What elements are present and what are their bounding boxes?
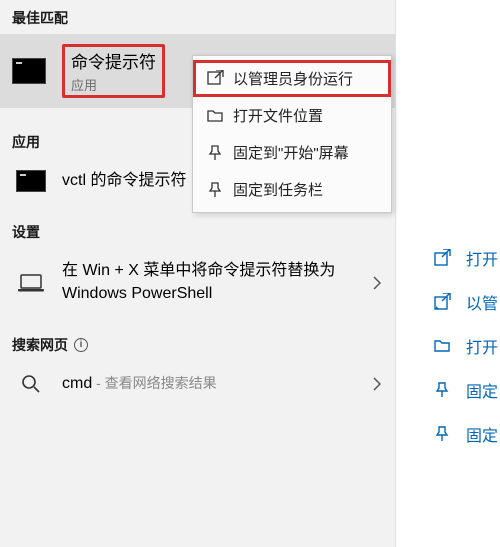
detail-action-label: 打开 [466, 246, 498, 270]
section-header-settings: 设置 [0, 214, 395, 248]
cmd-icon [12, 58, 46, 84]
detail-action-run-as-admin[interactable]: 以管 [432, 280, 498, 324]
web-hint: - 查看网络搜索结果 [92, 375, 216, 391]
laptop-icon [14, 273, 48, 293]
section-header-web-label: 搜索网页 [12, 335, 68, 355]
detail-action-open[interactable]: 打开 [432, 236, 498, 280]
pin-icon [203, 144, 227, 162]
chevron-right-icon[interactable] [373, 377, 381, 391]
ctx-run-as-admin[interactable]: 以管理员身份运行 [193, 60, 391, 97]
pin-taskbar-icon [203, 181, 227, 199]
folder-open-icon [203, 107, 227, 125]
best-match-subtitle: 应用 [67, 75, 160, 94]
search-icon [14, 374, 48, 394]
ctx-pin-to-taskbar[interactable]: 固定到任务栏 [193, 171, 391, 208]
detail-action-pin-start[interactable]: 固定 [432, 368, 498, 412]
best-match-title: 命令提示符 [67, 48, 160, 73]
ctx-label: 以管理员身份运行 [233, 68, 353, 89]
ctx-label: 固定到任务栏 [233, 179, 323, 200]
web-result-label: cmd - 查看网络搜索结果 [62, 373, 383, 395]
admin-shield-icon [432, 293, 452, 311]
chevron-right-icon[interactable] [373, 276, 381, 290]
settings-result-item[interactable]: 在 Win + X 菜单中将命令提示符替换为 Windows PowerShel… [0, 248, 395, 317]
ctx-label: 固定到"开始"屏幕 [233, 142, 349, 163]
ctx-label: 打开文件位置 [233, 105, 323, 126]
folder-open-icon [432, 337, 452, 355]
web-result-item[interactable]: cmd - 查看网络搜索结果 [0, 361, 395, 407]
best-match-text: 命令提示符 应用 [62, 44, 165, 98]
ctx-open-file-location[interactable]: 打开文件位置 [193, 97, 391, 134]
settings-result-label: 在 Win + X 菜单中将命令提示符替换为 Windows PowerShel… [62, 260, 362, 305]
detail-action-label: 以管 [466, 290, 498, 314]
detail-panel: 打开 以管 打开 固定 固定 [412, 0, 500, 547]
detail-actions: 打开 以管 打开 固定 固定 [432, 236, 498, 456]
pin-icon [432, 381, 452, 399]
open-icon [432, 249, 452, 267]
section-header-best-match: 最佳匹配 [0, 0, 395, 34]
ctx-pin-to-start[interactable]: 固定到"开始"屏幕 [193, 134, 391, 171]
web-query: cmd [62, 375, 92, 392]
detail-action-label: 打开 [466, 334, 498, 358]
detail-action-label: 固定 [466, 422, 498, 446]
cmd-icon [14, 170, 48, 192]
detail-action-open-location[interactable]: 打开 [432, 324, 498, 368]
detail-action-label: 固定 [466, 378, 498, 402]
section-header-web: 搜索网页 i [0, 327, 395, 361]
context-menu: 以管理员身份运行 打开文件位置 固定到"开始"屏幕 固定到任务栏 [192, 55, 392, 213]
info-icon[interactable]: i [74, 338, 88, 352]
pin-taskbar-icon [432, 425, 452, 443]
admin-shield-icon [203, 70, 227, 88]
detail-action-pin-taskbar[interactable]: 固定 [432, 412, 498, 456]
